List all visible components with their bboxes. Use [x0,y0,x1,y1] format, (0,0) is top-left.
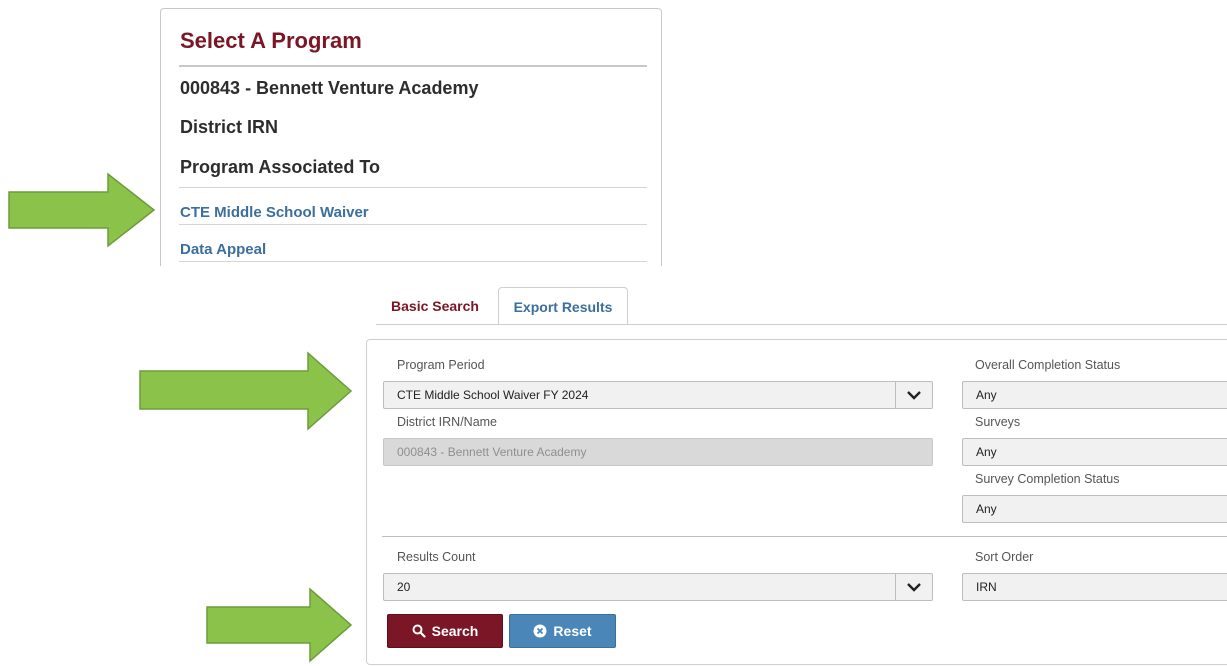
title-divider [179,65,647,67]
district-irn-label: District IRN [180,117,279,137]
sort-order-label: Sort Order [975,550,1034,564]
arrow-right-icon [8,172,156,248]
program-list-divider [179,224,647,225]
results-count-label: Results Count [397,550,476,564]
reset-button-label: Reset [553,623,592,639]
organization-name: 000843 - Bennett Venture Academy [180,78,479,98]
overall-completion-status-select[interactable]: Any [962,381,1227,409]
form-divider [382,536,1227,537]
program-link-data-appeal[interactable]: Data Appeal [180,241,266,258]
overall-completion-status-label: Overall Completion Status [975,358,1121,372]
program-link-cte-middle-school-waiver[interactable]: CTE Middle School Waiver [180,204,369,221]
district-irn-name-field: 000843 - Bennett Venture Academy [383,438,933,466]
surveys-select[interactable]: Any [962,438,1227,466]
reset-button[interactable]: Reset [509,614,616,648]
district-irn-name-label: District IRN/Name [397,415,498,429]
select-program-panel: Select A Program 000843 - Bennett Ventur… [160,8,662,266]
search-button-label: Search [431,623,479,639]
arrow-right-icon [139,351,353,431]
program-associated-label: Program Associated To [180,157,381,177]
program-period-label: Program Period [397,358,485,372]
results-count-value: 20 [397,580,411,594]
panel-title: Select A Program [180,28,362,53]
survey-completion-status-select[interactable]: Any [962,495,1227,523]
chevron-down-icon[interactable] [895,574,932,600]
tabs-divider [376,324,1227,325]
chevron-down-icon[interactable] [895,382,932,408]
tab-basic-search[interactable]: Basic Search [376,287,494,325]
surveys-label: Surveys [975,415,1021,429]
survey-completion-status-label: Survey Completion Status [975,472,1120,486]
program-period-value: CTE Middle School Waiver FY 2024 [397,388,589,402]
tab-export-results[interactable]: Export Results [498,287,628,325]
results-count-select[interactable]: 20 [383,573,933,601]
search-form: Program Period CTE Middle School Waiver … [366,339,1227,665]
arrow-right-icon [206,587,353,663]
program-period-select[interactable]: CTE Middle School Waiver FY 2024 [383,381,933,409]
program-list-divider [179,187,647,188]
sort-order-select[interactable]: IRN [962,573,1227,601]
close-circle-icon [533,624,547,638]
search-button[interactable]: Search [387,614,503,648]
search-icon [412,624,426,638]
program-list-divider [179,261,647,262]
